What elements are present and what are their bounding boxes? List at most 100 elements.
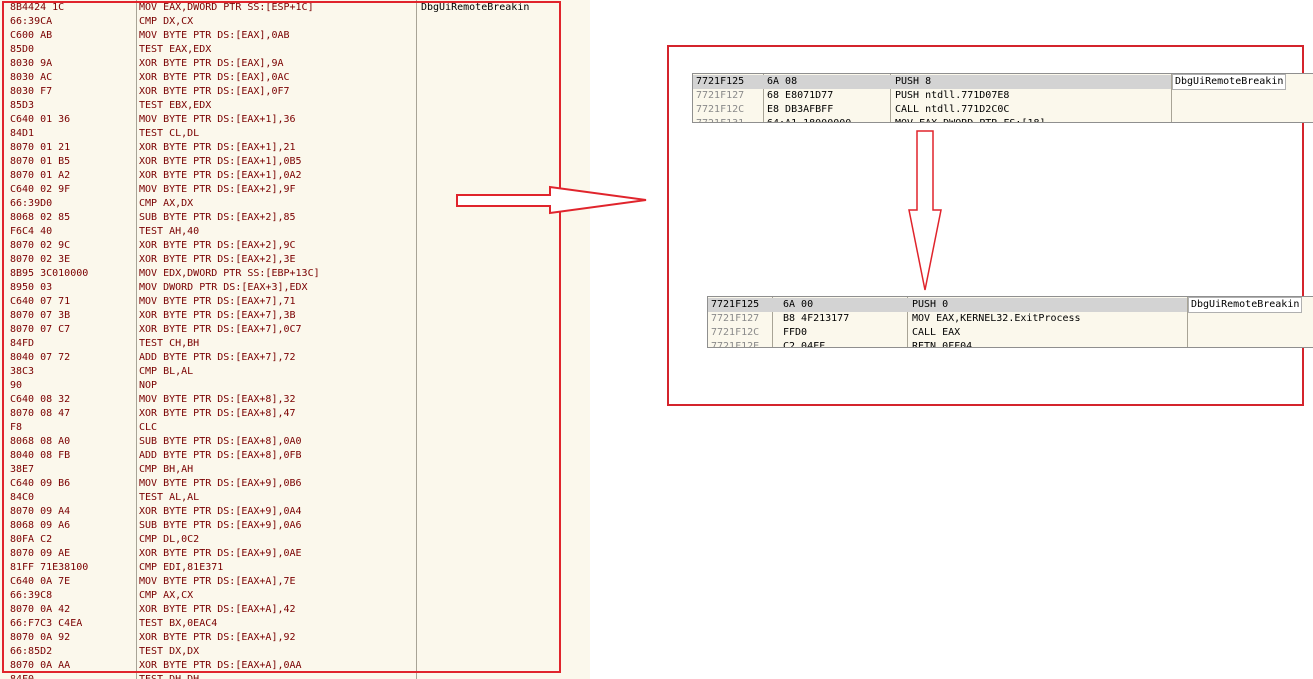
- instruction: CALL ntdll.771D2C0C: [895, 104, 1010, 115]
- opcode-bytes: 68 E8071D77: [767, 90, 834, 101]
- opcode-bytes: 66:F7C3 C4EA: [10, 618, 83, 629]
- listing-row[interactable]: 8030 AC XOR BYTE PTR DS:[EAX],0AC: [0, 71, 590, 85]
- opcode-bytes: 8068 02 85: [10, 212, 71, 223]
- listing-row[interactable]: 85D0 TEST EAX,EDX: [0, 43, 590, 57]
- listing-row[interactable]: C600 AB MOV BYTE PTR DS:[EAX],0AB: [0, 29, 590, 43]
- listing-row[interactable]: F8 CLC: [0, 421, 590, 435]
- instruction: MOV EDX,DWORD PTR SS:[EBP+13C]: [139, 268, 320, 279]
- listing-row[interactable]: 8068 09 A6 SUB BYTE PTR DS:[EAX+9],0A6: [0, 519, 590, 533]
- opcode-bytes: 66:39D0: [10, 198, 53, 209]
- listing-row[interactable]: 66:F7C3 C4EA TEST BX,0EAC4: [0, 617, 590, 631]
- opcode-bytes: 8070 07 C7: [10, 324, 71, 335]
- listing-row[interactable]: 8070 0A AA XOR BYTE PTR DS:[EAX+A],0AA: [0, 659, 590, 673]
- instruction: SUB BYTE PTR DS:[EAX+2],85: [139, 212, 296, 223]
- listing-row[interactable]: C640 07 71 MOV BYTE PTR DS:[EAX+7],71: [0, 295, 590, 309]
- instruction: MOV BYTE PTR DS:[EAX+8],32: [139, 394, 296, 405]
- listing-row[interactable]: 7721F125 6A 00 PUSH 0: [708, 298, 1187, 312]
- listing-row[interactable]: 66:85D2 TEST DX,DX: [0, 645, 590, 659]
- listing-row[interactable]: 8030 9A XOR BYTE PTR DS:[EAX],9A: [0, 57, 590, 71]
- opcode-bytes: 38C3: [10, 366, 35, 377]
- opcode-bytes: 6A 00: [783, 299, 814, 310]
- address: 7721F12C: [696, 104, 745, 115]
- listing-row[interactable]: C640 08 32 MOV BYTE PTR DS:[EAX+8],32: [0, 393, 590, 407]
- opcode-bytes: C640 02 9F: [10, 184, 71, 195]
- listing-row[interactable]: 7721F127 68 E8071D77 PUSH ntdll.771D07E8: [693, 89, 1171, 103]
- instruction: NOP: [139, 380, 158, 391]
- listing-row[interactable]: C640 01 36 MOV BYTE PTR DS:[EAX+1],36: [0, 113, 590, 127]
- listing-row[interactable]: 8030 F7 XOR BYTE PTR DS:[EAX],0F7: [0, 85, 590, 99]
- listing-row[interactable]: C640 09 B6 MOV BYTE PTR DS:[EAX+9],0B6: [0, 477, 590, 491]
- listing-row[interactable]: 8070 07 C7 XOR BYTE PTR DS:[EAX+7],0C7: [0, 323, 590, 337]
- opcode-bytes: 66:39CA: [10, 16, 53, 27]
- listing-row[interactable]: 84F0 TEST DH,DH: [0, 673, 590, 679]
- listing-row[interactable]: 38C3 CMP BL,AL: [0, 365, 590, 379]
- instruction: MOV BYTE PTR DS:[EAX+A],7E: [139, 576, 296, 587]
- opcode-bytes: 8070 01 21: [10, 142, 71, 153]
- instruction: MOV BYTE PTR DS:[EAX+9],0B6: [139, 478, 302, 489]
- listing-row[interactable]: 8070 02 9C XOR BYTE PTR DS:[EAX+2],9C: [0, 239, 590, 253]
- instruction: CMP DX,CX: [139, 16, 194, 27]
- listing-row[interactable]: 84D1 TEST CL,DL: [0, 127, 590, 141]
- listing-row[interactable]: 8070 09 AE XOR BYTE PTR DS:[EAX+9],0AE: [0, 547, 590, 561]
- listing-row[interactable]: C640 0A 7E MOV BYTE PTR DS:[EAX+A],7E: [0, 575, 590, 589]
- opcode-bytes: 66:39C8: [10, 590, 53, 601]
- right-arrow-icon: [456, 185, 647, 215]
- listing-row[interactable]: 7721F12C E8 DB3AFBFF CALL ntdll.771D2C0C: [693, 103, 1171, 117]
- listing-row[interactable]: 8070 02 3E XOR BYTE PTR DS:[EAX+2],3E: [0, 253, 590, 267]
- listing-row[interactable]: 84C0 TEST AL,AL: [0, 491, 590, 505]
- listing-row[interactable]: 8070 07 3B XOR BYTE PTR DS:[EAX+7],3B: [0, 309, 590, 323]
- instruction: MOV EAX,KERNEL32.ExitProcess: [912, 313, 1081, 324]
- listing-row[interactable]: 8068 08 A0 SUB BYTE PTR DS:[EAX+8],0A0: [0, 435, 590, 449]
- listing-row[interactable]: 7721F131 64:A1 18000000 MOV EAX,DWORD PTR …: [693, 117, 1171, 122]
- opcode-bytes: 8070 0A 92: [10, 632, 71, 643]
- listing-row[interactable]: 38E7 CMP BH,AH: [0, 463, 590, 477]
- instruction: TEST AL,AL: [139, 492, 200, 503]
- listing-row[interactable]: 90 NOP: [0, 379, 590, 393]
- listing-row[interactable]: F6C4 40 TEST AH,40: [0, 225, 590, 239]
- instruction: MOV BYTE PTR DS:[EAX+7],71: [139, 296, 296, 307]
- listing-row[interactable]: 8070 0A 42 XOR BYTE PTR DS:[EAX+A],42: [0, 603, 590, 617]
- listing-row[interactable]: 84FD TEST CH,BH: [0, 337, 590, 351]
- instruction: TEST CL,DL: [139, 128, 200, 139]
- opcode-bytes: E8 DB3AFBFF: [767, 104, 834, 115]
- listing-row[interactable]: 8040 07 72 ADD BYTE PTR DS:[EAX+7],72: [0, 351, 590, 365]
- listing-row[interactable]: 8950 03 MOV DWORD PTR DS:[EAX+3],EDX: [0, 281, 590, 295]
- instruction: CMP AX,CX: [139, 590, 194, 601]
- listing-row[interactable]: 80FA C2 CMP DL,0C2: [0, 533, 590, 547]
- address: 7721F131: [696, 117, 744, 122]
- listing-row[interactable]: 8070 01 21 XOR BYTE PTR DS:[EAX+1],21: [0, 141, 590, 155]
- instruction: PUSH 8: [895, 76, 932, 87]
- opcode-bytes: 8030 AC: [10, 72, 53, 83]
- listing-row[interactable]: 8070 0A 92 XOR BYTE PTR DS:[EAX+A],92: [0, 631, 590, 645]
- opcode-bytes: 8040 07 72: [10, 352, 71, 363]
- listing-row[interactable]: 8070 08 47 XOR BYTE PTR DS:[EAX+8],47: [0, 407, 590, 421]
- listing-row[interactable]: 66:39CA CMP DX,CX: [0, 15, 590, 29]
- instruction: CLC: [139, 422, 158, 433]
- instruction: TEST BX,0EAC4: [139, 618, 218, 629]
- listing-row[interactable]: 7721F125 6A 08 PUSH 8: [693, 75, 1171, 89]
- instruction: XOR BYTE PTR DS:[EAX+A],92: [139, 632, 296, 643]
- address: 7721F12E: [711, 341, 760, 348]
- listing-row[interactable]: 8070 09 A4 XOR BYTE PTR DS:[EAX+9],0A4: [0, 505, 590, 519]
- listing-row[interactable]: 7721F12C FFD0 CALL EAX: [708, 326, 1187, 340]
- instruction: MOV BYTE PTR DS:[EAX+2],9F: [139, 184, 296, 195]
- instruction: TEST DX,DX: [139, 646, 200, 657]
- opcode-bytes: 8070 0A AA: [10, 660, 71, 671]
- address: 7721F127: [696, 90, 745, 101]
- instruction: XOR BYTE PTR DS:[EAX+2],9C: [139, 240, 296, 251]
- listing-row[interactable]: 85D3 TEST EBX,EDX: [0, 99, 590, 113]
- opcode-bytes: 8B95 3C010000: [10, 268, 89, 279]
- listing-row[interactable]: 8B95 3C010000 MOV EDX,DWORD PTR SS:[EBP+1…: [0, 267, 590, 281]
- listing-row[interactable]: 81FF 71E38100 CMP EDI,81E371: [0, 561, 590, 575]
- listing-row[interactable]: 7721F127 B8 4F213177 MOV EAX,KERNEL32.Exit…: [708, 312, 1187, 326]
- instruction: XOR BYTE PTR DS:[EAX+9],0AE: [139, 548, 302, 559]
- opcode-bytes: F6C4 40: [10, 226, 53, 237]
- listing-row[interactable]: 8040 08 FB ADD BYTE PTR DS:[EAX+8],0FB: [0, 449, 590, 463]
- instruction: RETN 0FF04: [912, 341, 973, 348]
- instruction: XOR BYTE PTR DS:[EAX],9A: [139, 58, 284, 69]
- listing-row[interactable]: 8070 01 B5 XOR BYTE PTR DS:[EAX+1],0B5: [0, 155, 590, 169]
- listing-row[interactable]: 66:39C8 CMP AX,CX: [0, 589, 590, 603]
- listing-row[interactable]: 7721F12E C2 04FF RETN 0FF04: [708, 340, 1187, 348]
- instruction: XOR BYTE PTR DS:[EAX+1],0A2: [139, 170, 302, 181]
- disassembly-pane[interactable]: 8B4424 1C MOV EAX,DWORD PTR SS:[ESP+1C] 66…: [0, 0, 590, 679]
